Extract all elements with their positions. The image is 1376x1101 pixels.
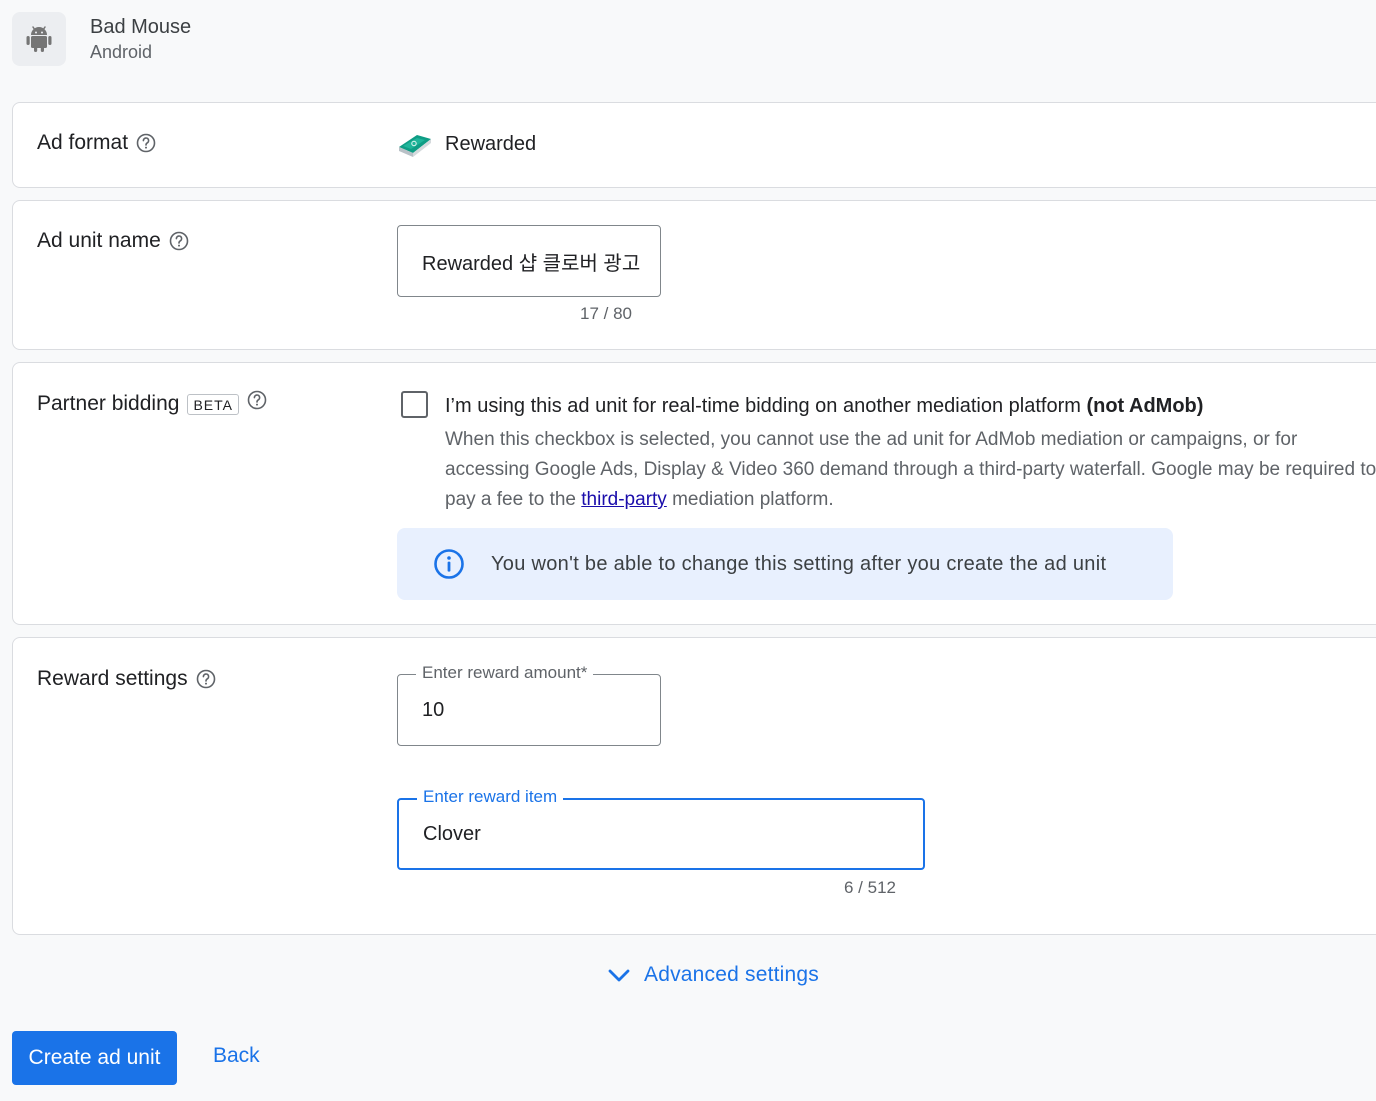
ad-format-label: Ad format xyxy=(37,131,129,154)
ad-format-card: Ad format Rewarded xyxy=(12,102,1376,188)
reward-amount-field: Enter reward amount* xyxy=(397,663,661,746)
app-platform: Android xyxy=(90,42,153,62)
ad-unit-name-card: Ad unit name 17 / 80 xyxy=(12,200,1376,350)
ad-unit-name-counter: 17 / 80 xyxy=(580,304,632,323)
checkbox-label-text: I’m using this ad unit for real-time bid… xyxy=(445,395,1081,417)
ad-format-label-row: Ad format xyxy=(37,131,156,155)
reward-settings-label: Reward settings xyxy=(37,667,188,690)
advanced-settings-toggle[interactable]: Advanced settings xyxy=(606,962,819,988)
partner-bidding-label-row: Partner bidding BETA xyxy=(37,390,267,416)
beta-badge: BETA xyxy=(187,393,239,415)
help-icon[interactable] xyxy=(136,133,156,153)
partner-bidding-checkbox[interactable] xyxy=(401,391,428,418)
reward-settings-card: Reward settings Enter reward amount* Ent… xyxy=(12,637,1376,935)
ad-unit-name-label-row: Ad unit name xyxy=(37,229,189,253)
chevron-down-icon xyxy=(608,969,630,982)
back-button[interactable]: Back xyxy=(213,1044,260,1068)
help-icon[interactable] xyxy=(169,231,189,251)
ad-unit-name-input[interactable] xyxy=(422,226,648,296)
rewarded-format-icon xyxy=(399,135,431,157)
ad-unit-name-field xyxy=(397,225,661,297)
partner-bidding-description: When this checkbox is selected, you cann… xyxy=(445,425,1376,515)
android-icon xyxy=(12,12,66,66)
partner-bidding-card: Partner bidding BETA I’m using this ad u… xyxy=(12,362,1376,625)
partner-bidding-checkbox-label[interactable]: I’m using this ad unit for real-time bid… xyxy=(445,395,1203,418)
third-party-link[interactable]: third-party xyxy=(581,489,667,510)
ad-format-text: Rewarded xyxy=(445,132,537,155)
reward-item-input[interactable] xyxy=(423,800,911,868)
create-ad-unit-button[interactable]: Create ad unit xyxy=(12,1031,177,1085)
reward-amount-input[interactable] xyxy=(422,675,648,745)
help-icon[interactable] xyxy=(196,669,216,689)
reward-settings-label-row: Reward settings xyxy=(37,667,216,691)
ad-unit-name-label: Ad unit name xyxy=(37,229,161,252)
ad-format-value: Rewarded xyxy=(397,129,536,159)
info-message: You won't be able to change this setting… xyxy=(491,552,1107,575)
partner-bidding-label: Partner bidding xyxy=(37,392,180,415)
advanced-settings-label: Advanced settings xyxy=(644,963,820,986)
info-icon xyxy=(434,549,464,579)
reward-item-field: Enter reward item xyxy=(397,787,925,870)
description-text-end: mediation platform. xyxy=(666,489,834,510)
help-icon[interactable] xyxy=(247,390,267,410)
app-name: Bad Mouse xyxy=(90,16,192,38)
app-header: Bad Mouse Android xyxy=(12,12,191,66)
reward-item-counter: 6 / 512 xyxy=(844,878,896,897)
info-banner: You won't be able to change this setting… xyxy=(397,528,1173,600)
checkbox-label-bold: (not AdMob) xyxy=(1086,395,1204,417)
